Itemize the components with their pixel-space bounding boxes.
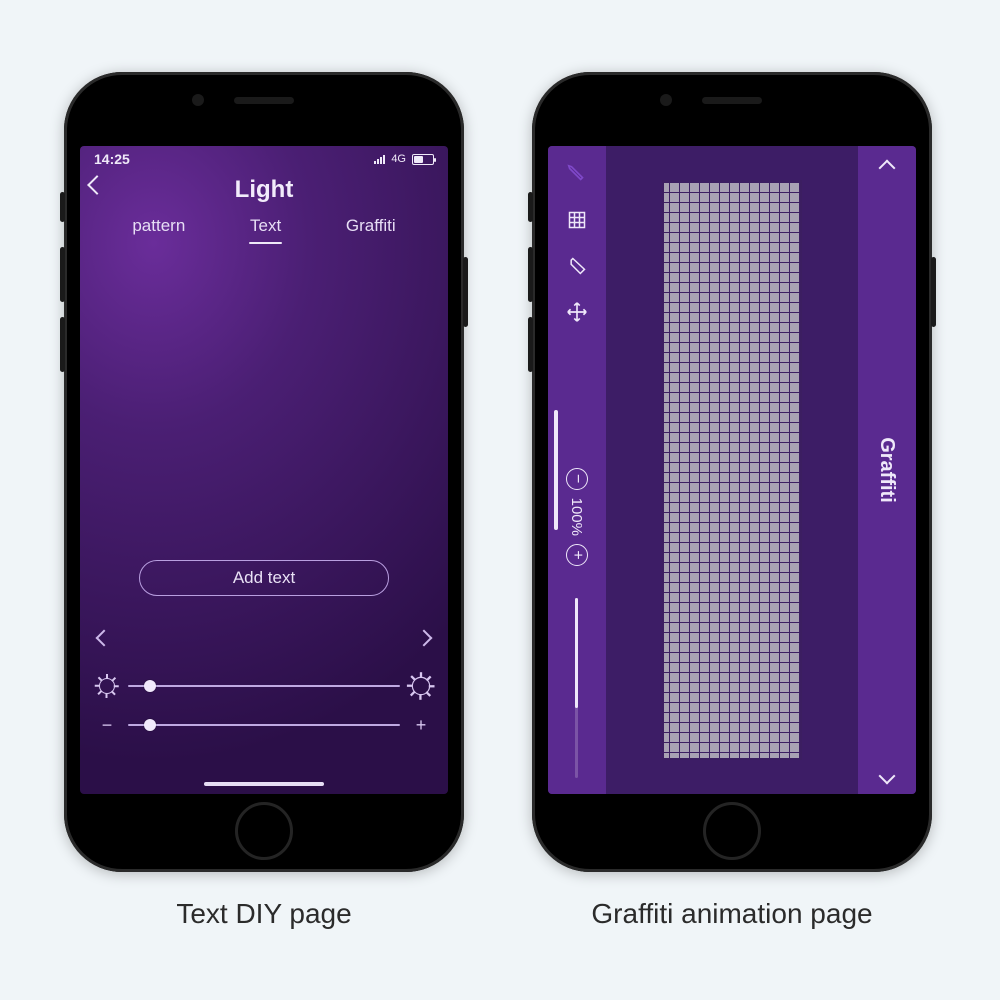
graffiti-title: Graffiti [876,437,899,503]
volume-down[interactable] [528,317,533,372]
speed-minus-icon: − [96,716,118,734]
volume-up[interactable] [60,247,65,302]
zoom-out-button[interactable]: − [566,468,588,490]
graffiti-toolbar: − 100% + [548,146,606,794]
brightness-slider[interactable] [96,678,432,694]
status-bar: 14:25 4G [80,146,448,172]
mute-switch[interactable] [60,192,65,222]
caption-graffiti-page: Graffiti animation page [532,898,932,930]
page-title: Light [80,176,448,204]
speed-slider[interactable]: − + [96,716,432,734]
phone-graffiti: Graffiti [532,72,932,872]
status-network: 4G [391,153,406,165]
zoom-in-button[interactable]: + [566,544,588,566]
tab-graffiti[interactable]: Graffiti [342,212,400,242]
graffiti-canvas-area [606,146,858,794]
power-button[interactable] [931,257,936,327]
add-text-button[interactable]: Add text [139,560,389,596]
phone-speaker [702,97,762,104]
zoom-controls: − 100% + [566,468,588,566]
tab-pattern[interactable]: pattern [128,212,189,242]
brightness-track[interactable] [128,685,400,687]
phone-front-camera [660,94,672,106]
status-time: 14:25 [94,151,130,167]
home-indicator[interactable] [554,410,558,530]
brightness-low-icon [96,678,118,694]
move-tool-icon[interactable] [565,300,589,324]
volume-down[interactable] [60,317,65,372]
caption-text-page: Text DIY page [64,898,464,930]
brush-tool-icon[interactable] [565,162,589,186]
mute-switch[interactable] [528,192,533,222]
battery-icon [412,154,434,165]
phone-speaker [234,97,294,104]
home-indicator[interactable] [204,782,324,786]
signal-icon [374,154,385,164]
next-frame-icon[interactable] [879,768,896,785]
pixel-grid-canvas[interactable] [662,180,802,760]
graffiti-header: Graffiti [858,146,916,794]
toolbar-scrollbar[interactable] [576,598,579,778]
next-text-icon[interactable] [416,630,433,647]
phone-front-camera [192,94,204,106]
power-button[interactable] [463,257,468,327]
screen-graffiti: Graffiti [548,146,916,794]
title-bar: Light [80,172,448,206]
brightness-high-icon [410,678,432,694]
phone-text-diy: 14:25 4G Light pattern Text Graffiti Add… [64,72,464,872]
eraser-tool-icon[interactable] [565,254,589,278]
mode-tabs: pattern Text Graffiti [80,206,448,242]
zoom-level: 100% [569,498,586,536]
home-button[interactable] [703,802,761,860]
prev-text-icon[interactable] [96,630,113,647]
speed-thumb[interactable] [144,719,156,731]
speed-plus-icon: + [410,716,432,734]
volume-up[interactable] [528,247,533,302]
prev-frame-icon[interactable] [879,160,896,177]
home-button[interactable] [235,802,293,860]
text-pager [98,632,430,644]
grid-tool-icon[interactable] [565,208,589,232]
tab-text[interactable]: Text [246,212,285,242]
brightness-thumb[interactable] [144,680,156,692]
speed-track[interactable] [128,724,400,726]
screen-text-diy: 14:25 4G Light pattern Text Graffiti Add… [80,146,448,794]
